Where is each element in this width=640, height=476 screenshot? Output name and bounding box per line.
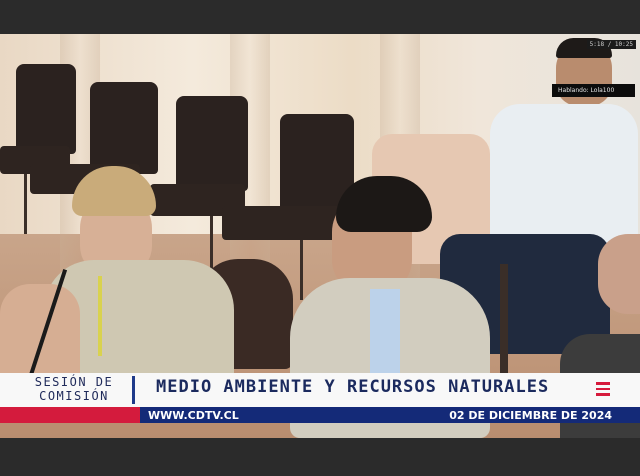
man-shirt	[490, 104, 638, 254]
chair-back	[90, 82, 158, 174]
session-label: SESIÓN DE COMISIÓN	[18, 375, 130, 405]
session-label-line1: SESIÓN DE	[34, 375, 114, 389]
bottom-letterbox-bar	[0, 438, 640, 476]
commission-title: MEDIO AMBIENTE Y RECURSOS NATURALES	[156, 377, 550, 397]
chair-leg	[300, 240, 303, 300]
session-label-line2: COMISIÓN	[39, 389, 109, 403]
chair-back	[176, 96, 248, 191]
chair-leg	[24, 174, 27, 234]
top-letterbox-bar	[0, 0, 640, 34]
chair-back	[16, 64, 76, 154]
lanyard	[98, 276, 102, 356]
speaker-label: Hablando: Lola100	[552, 84, 635, 97]
website-url[interactable]: WWW.CDTV.CL	[148, 408, 239, 423]
right-woman-face	[598, 234, 640, 314]
video-timestamp: 5:18 / 10:25	[586, 40, 636, 49]
banner-red-accent	[0, 407, 140, 423]
lower-third-banner: SESIÓN DE COMISIÓN MEDIO AMBIENTE Y RECU…	[0, 373, 640, 438]
banner-divider	[132, 376, 135, 404]
chair-seat	[222, 206, 340, 240]
hamburger-icon[interactable]	[596, 382, 610, 396]
session-date: 02 DE DICIEMBRE DE 2024	[449, 409, 612, 422]
